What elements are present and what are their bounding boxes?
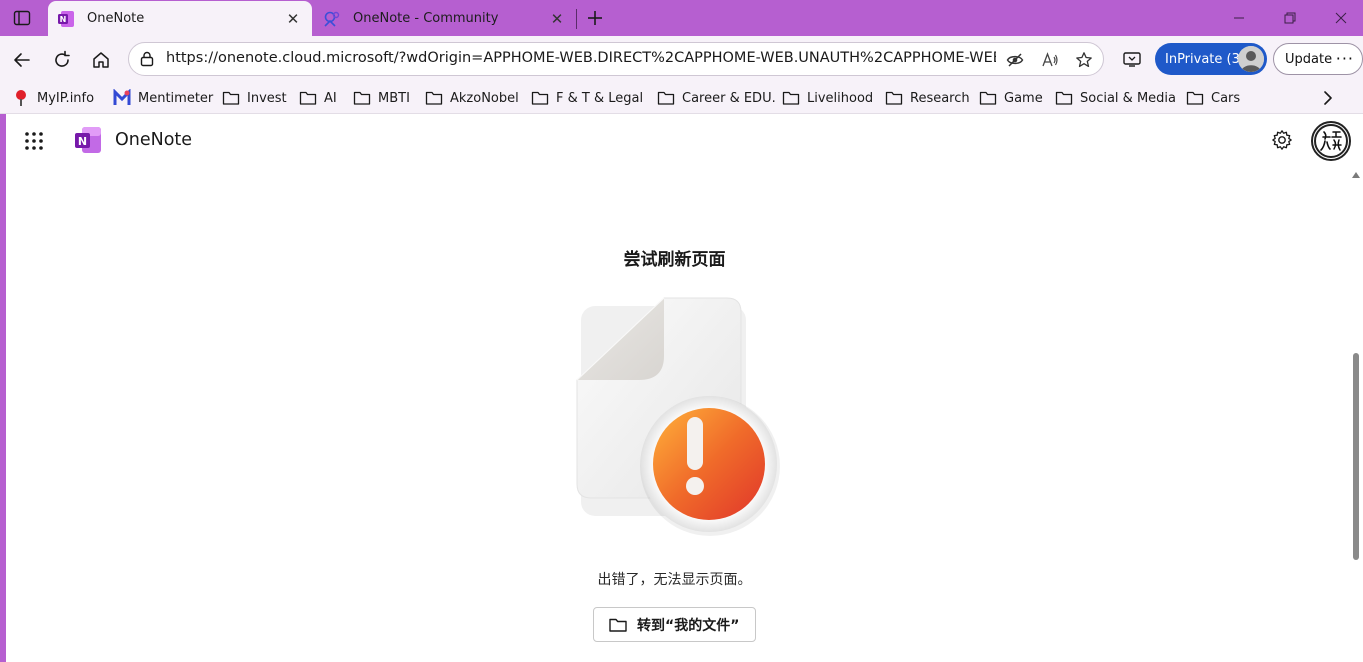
read-aloud-icon: [1042, 52, 1058, 67]
pin-icon: [12, 89, 30, 107]
bookmark-folder-invest[interactable]: Invest: [222, 88, 287, 108]
folder-icon: [222, 89, 240, 107]
restore-button[interactable]: [1279, 8, 1301, 28]
inprivate-button[interactable]: InPrivate (3): [1155, 43, 1267, 75]
error-title: 尝试刷新页面: [623, 250, 726, 270]
bookmark-folder-game[interactable]: Game: [979, 88, 1043, 108]
tab-actions-icon: [13, 10, 31, 26]
title-bar: N OneNote ✕ OneNote - Community ✕: [0, 0, 1363, 36]
folder-icon: [353, 89, 371, 107]
tab-actions-button[interactable]: [8, 6, 36, 30]
arrow-left-icon: [14, 53, 30, 67]
folder-icon: [531, 89, 549, 107]
community-icon: [324, 11, 340, 27]
favorite-button[interactable]: [1074, 50, 1094, 70]
bookmark-folder-akzonobel[interactable]: AkzoNobel: [425, 88, 519, 108]
folder-icon: [782, 89, 800, 107]
folder-icon: [1186, 89, 1204, 107]
home-button[interactable]: [89, 48, 113, 72]
tab-title: OneNote - Community: [353, 11, 499, 26]
folder-icon: [609, 618, 627, 632]
refresh-button[interactable]: [50, 48, 74, 72]
avatar-calligraphy-icon: [1314, 124, 1348, 158]
go-to-my-files-label: 转到“我的文件”: [637, 617, 740, 634]
bookmark-folder-livelihood[interactable]: Livelihood: [782, 88, 873, 108]
onenote-logo-icon: N: [75, 127, 101, 153]
tracking-prevention-button[interactable]: [1005, 50, 1025, 70]
go-to-my-files-button[interactable]: 转到“我的文件”: [593, 607, 756, 642]
browser-toolbar: https://onenote.cloud.microsoft/?wdOrigi…: [0, 36, 1363, 83]
inprivate-label: InPrivate (3): [1165, 51, 1245, 67]
inprivate-avatar: [1238, 46, 1264, 72]
app-name: OneNote: [115, 130, 193, 150]
more-options-icon[interactable]: ···: [1336, 49, 1354, 68]
bookmark-myip[interactable]: MyIP.info: [12, 88, 94, 108]
bookmark-folder-ai[interactable]: AI: [299, 88, 337, 108]
person-icon: [1238, 46, 1264, 72]
bookmark-folder-cars[interactable]: Cars: [1186, 88, 1240, 108]
lock-icon[interactable]: [139, 51, 155, 67]
update-button[interactable]: Update ···: [1273, 43, 1363, 75]
folder-icon: [1055, 89, 1073, 107]
folder-icon: [979, 89, 997, 107]
tab-divider: [576, 9, 577, 29]
bookmark-folder-social-media[interactable]: Social & Media: [1055, 88, 1176, 108]
url-text[interactable]: https://onenote.cloud.microsoft/?wdOrigi…: [166, 50, 996, 66]
error-message: 出错了，无法显示页面。: [597, 572, 752, 588]
close-window-button[interactable]: [1330, 8, 1352, 28]
document-error-illustration-icon: [576, 297, 780, 536]
address-bar[interactable]: https://onenote.cloud.microsoft/?wdOrigi…: [128, 42, 1104, 76]
close-icon: [1335, 12, 1347, 24]
back-button[interactable]: [10, 48, 34, 72]
mentimeter-icon: [113, 89, 131, 107]
eye-off-icon: [1006, 53, 1024, 67]
folder-icon: [425, 89, 443, 107]
app-launcher-icon[interactable]: [24, 131, 44, 151]
restore-icon: [1284, 12, 1296, 24]
chevron-right-icon: [1324, 91, 1332, 105]
tab-onenote-community[interactable]: OneNote - Community ✕: [314, 1, 576, 36]
svg-text:N: N: [60, 15, 67, 24]
scroll-up-arrow-icon[interactable]: [1352, 172, 1360, 178]
folder-icon: [299, 89, 317, 107]
bookmark-mentimeter[interactable]: Mentimeter: [113, 88, 213, 108]
scroll-thumb[interactable]: [1353, 353, 1359, 560]
plus-icon: [588, 11, 602, 25]
home-icon: [93, 52, 109, 68]
star-icon: [1076, 52, 1092, 68]
tab-title: OneNote: [87, 11, 145, 26]
settings-gear-icon[interactable]: [1271, 129, 1293, 151]
minimize-button[interactable]: [1228, 8, 1250, 28]
folder-icon: [885, 89, 903, 107]
page-scrollbar[interactable]: [1349, 170, 1363, 662]
minimize-icon: [1234, 17, 1244, 19]
onenote-icon: N: [58, 10, 74, 27]
new-tab-button[interactable]: [583, 6, 607, 30]
folder-icon: [657, 89, 675, 107]
screen-capture-icon: [1123, 52, 1141, 67]
app-header: N OneNote: [6, 115, 1363, 167]
bookmark-folder-research[interactable]: Research: [885, 88, 970, 108]
bookmark-folder-career[interactable]: Career & EDU.: [657, 88, 776, 108]
svg-text:N: N: [78, 135, 87, 148]
more-bookmarks-button[interactable]: [1318, 88, 1338, 108]
screenshot-button[interactable]: [1120, 47, 1144, 71]
tab-onenote[interactable]: N OneNote ✕: [48, 1, 312, 36]
onenote-page: N OneNote 尝试刷新页面 出错了，无法显示页面。 转到“我的文件”: [6, 115, 1363, 662]
update-label: Update: [1285, 51, 1333, 67]
bookmarks-bar: MyIP.info Mentimeter Invest AI MBTI Akzo…: [0, 83, 1363, 114]
bookmark-folder-mbti[interactable]: MBTI: [353, 88, 410, 108]
close-tab-icon[interactable]: ✕: [284, 10, 302, 28]
refresh-icon: [55, 50, 70, 67]
read-aloud-button[interactable]: [1040, 50, 1060, 70]
bookmark-folder-finance-legal[interactable]: F & T & Legal: [531, 88, 643, 108]
close-tab-icon[interactable]: ✕: [548, 10, 566, 28]
profile-avatar[interactable]: [1311, 121, 1351, 161]
